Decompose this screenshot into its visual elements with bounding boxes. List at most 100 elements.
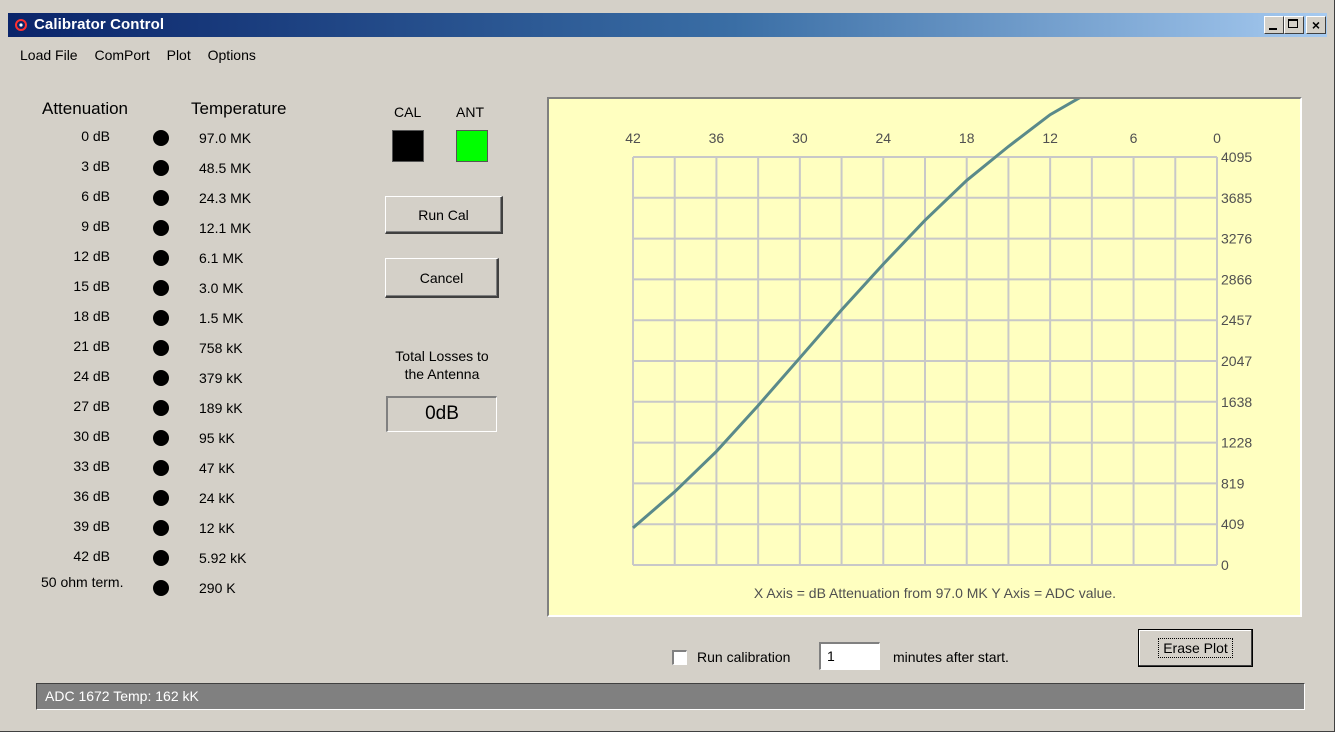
y-tick-label: 2047 [1221, 353, 1252, 369]
y-tick-label: 1228 [1221, 435, 1252, 451]
cal-indicator [392, 130, 424, 162]
temperature-value: 290 K [199, 580, 236, 596]
y-tick-label: 3276 [1221, 231, 1252, 247]
losses-label-line2: the Antenna [404, 366, 480, 382]
attenuation-value: 12 dB [73, 248, 110, 264]
losses-value: 0dB [425, 403, 459, 424]
calibrator-window: Calibrator Control × Load File ComPort P… [0, 0, 1335, 732]
temperature-value: 379 kK [199, 370, 243, 386]
attenuation-value: 3 dB [81, 158, 110, 174]
temperature-value: 1.5 MK [199, 310, 244, 326]
y-tick-label: 0 [1221, 557, 1229, 573]
close-button[interactable]: × [1306, 16, 1326, 34]
attenuation-select-dot[interactable] [153, 430, 169, 446]
y-tick-label: 1638 [1221, 394, 1252, 410]
attenuation-select-dot[interactable] [153, 340, 169, 356]
run-calibration-label: Run calibration [697, 649, 791, 665]
x-tick-label: 42 [625, 130, 641, 146]
temperature-value: 5.92 kK [199, 550, 247, 566]
attenuation-select-dot[interactable] [153, 580, 169, 596]
temperature-value: 24 kK [199, 490, 235, 506]
temperature-value: 6.1 MK [199, 250, 244, 266]
y-tick-label: 3685 [1221, 190, 1252, 206]
attenuation-select-dot[interactable] [153, 280, 169, 296]
x-tick-label: 24 [875, 130, 891, 146]
app-icon [15, 19, 27, 31]
attenuation-select-dot[interactable] [153, 520, 169, 536]
menu-options[interactable]: Options [208, 47, 256, 63]
temperature-value: 12.1 MK [199, 220, 252, 236]
run-calibration-checkbox[interactable] [672, 650, 687, 665]
attenuation-value: 6 dB [81, 188, 110, 204]
plot-area: 42 36 30 24 18 12 6 0 4095 3685 3276 2866 2457 2047 16… [547, 72, 1302, 617]
attenuation-value: 39 dB [73, 518, 110, 534]
temperature-value: 48.5 MK [199, 160, 252, 176]
x-tick-label: 18 [959, 130, 975, 146]
maximize-icon [1288, 19, 1298, 28]
attenuation-value: 27 dB [73, 398, 110, 414]
attenuation-select-dot[interactable] [153, 550, 169, 566]
attenuation-select-dot[interactable] [153, 460, 169, 476]
run-cal-label: Run Cal [418, 207, 469, 223]
temperature-value: 758 kK [199, 340, 243, 356]
attenuation-value: 18 dB [73, 308, 110, 324]
menu-comport[interactable]: ComPort [94, 47, 149, 63]
attenuation-header: Attenuation [42, 99, 129, 118]
attenuation-value: 33 dB [73, 458, 110, 474]
minutes-value: 1 [827, 648, 835, 664]
attenuation-select-dot[interactable] [153, 310, 169, 326]
temperature-value: 24.3 MK [199, 190, 252, 206]
temperature-value: 12 kK [199, 520, 235, 536]
losses-label-line1: Total Losses to [395, 348, 489, 364]
temperature-value: 97.0 MK [199, 130, 252, 146]
y-tick-label: 2866 [1221, 271, 1252, 287]
menu-bar: Load File ComPort Plot Options [20, 47, 269, 67]
erase-plot-label: Erase Plot [1158, 638, 1233, 658]
attenuation-select-dot[interactable] [153, 490, 169, 506]
attenuation-value: 24 dB [73, 368, 110, 384]
temperature-value: 3.0 MK [199, 280, 244, 296]
attenuation-value: 15 dB [73, 278, 110, 294]
temperature-value: 47 kK [199, 460, 235, 476]
y-tick-label: 819 [1221, 475, 1245, 491]
minimize-button[interactable] [1264, 16, 1284, 34]
cancel-button[interactable]: Cancel [385, 258, 499, 298]
attenuation-select-dot[interactable] [153, 220, 169, 236]
status-text: ADC 1672 Temp: 162 kK [45, 688, 199, 704]
ant-label: ANT [456, 104, 484, 120]
status-bar: ADC 1672 Temp: 162 kK [36, 683, 1305, 710]
attenuation-select-dot[interactable] [153, 370, 169, 386]
attenuation-value: 30 dB [73, 428, 110, 444]
ant-indicator [456, 130, 488, 162]
maximize-button[interactable] [1284, 16, 1304, 34]
minutes-input[interactable]: 1 [819, 642, 880, 670]
x-tick-label: 36 [709, 130, 725, 146]
menu-plot[interactable]: Plot [167, 47, 191, 63]
adc-plot: 42 36 30 24 18 12 6 040953685327628662457204716… [625, 72, 1252, 601]
temperature-header: Temperature [191, 99, 287, 118]
run-cal-button[interactable]: Run Cal [385, 196, 503, 234]
x-tick-label: 0 [1213, 130, 1221, 146]
menu-load-file[interactable]: Load File [20, 47, 78, 63]
temperature-value: 95 kK [199, 430, 235, 446]
attenuation-value: 9 dB [81, 218, 110, 234]
minutes-suffix: minutes after start. [893, 649, 1009, 665]
x-tick-label: 6 [1130, 130, 1138, 146]
axis-caption: X Axis = dB Attenuation from 97.0 MK Y A… [754, 585, 1116, 601]
y-tick-label: 2457 [1221, 312, 1252, 328]
erase-plot-button[interactable]: Erase Plot [1138, 629, 1253, 667]
attenuation-value: 21 dB [73, 338, 110, 354]
attenuation-select-dot[interactable] [153, 130, 169, 146]
temperature-value: 189 kK [199, 400, 243, 416]
attenuation-select-dot[interactable] [153, 250, 169, 266]
cal-label: CAL [394, 104, 422, 120]
attenuation-select-dot[interactable] [153, 160, 169, 176]
attenuation-value: 0 dB [81, 128, 110, 144]
x-tick-label: 12 [1042, 130, 1058, 146]
attenuation-value: 36 dB [73, 488, 110, 504]
losses-value-box: 0dB [386, 396, 497, 432]
losses-label: Total Losses to the Antenna [367, 347, 517, 383]
attenuation-select-dot[interactable] [153, 400, 169, 416]
attenuation-select-dot[interactable] [153, 190, 169, 206]
minimize-icon [1269, 28, 1277, 30]
